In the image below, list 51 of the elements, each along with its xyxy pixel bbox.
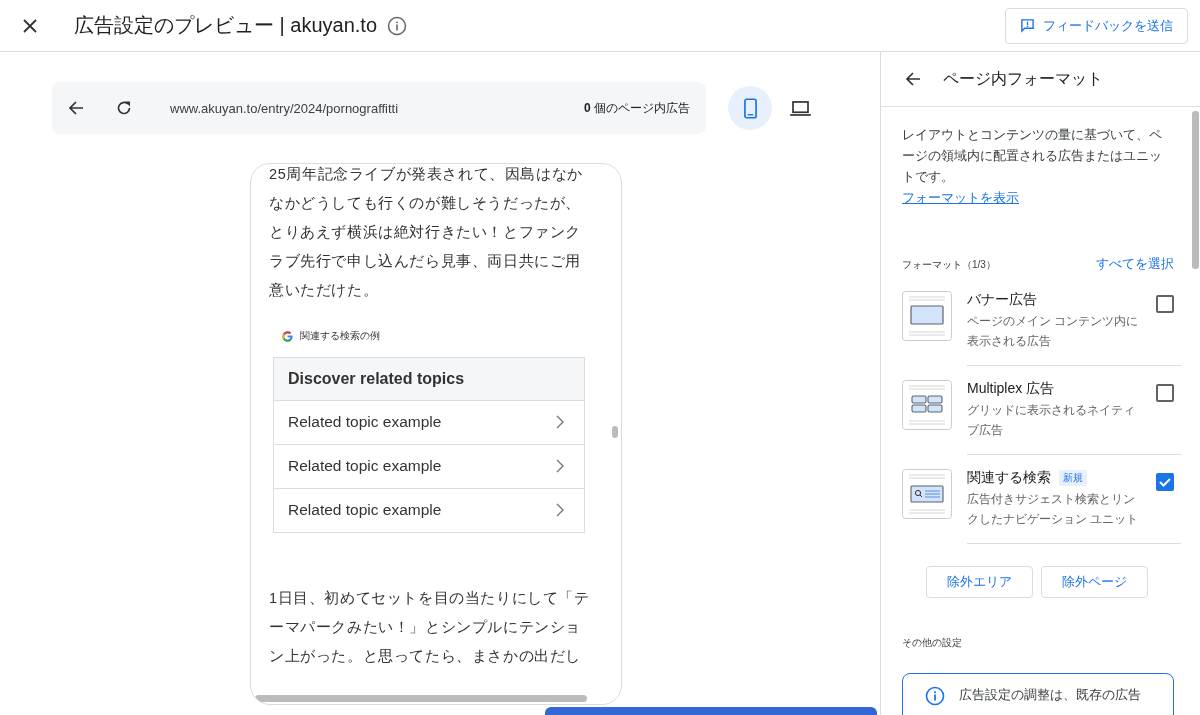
format-description: グリッドに表示されるネイティブ広告 (967, 402, 1136, 439)
feedback-icon (1020, 18, 1035, 33)
format-checkbox[interactable] (1156, 473, 1174, 491)
format-thumbnail-icon (902, 291, 952, 341)
panel-title: ページ内フォーマット (943, 68, 1103, 89)
related-search-label: 関連する検索の例 (300, 329, 380, 343)
format-thumbnail-icon (902, 380, 952, 430)
ad-count: 0 個のページ内広告 (583, 99, 690, 117)
back-icon[interactable] (905, 71, 921, 87)
related-topic-item[interactable]: Related topic example (274, 401, 584, 444)
format-checkbox[interactable] (1156, 295, 1174, 313)
scrollbar-thumb[interactable] (255, 695, 587, 702)
article-paragraph: 1日目、初めてセットを目の当たりにして「テーマパークみたい！」とシンプルにテンション上がった。と思ってたら、まさかの出だし (269, 589, 591, 666)
laptop-icon (789, 100, 811, 116)
panel-description: レイアウトとコンテンツの量に基づいて、ページの領域内に配置される広告またはユニットです。 (902, 127, 1163, 186)
article-paragraph: 25周年記念ライブが発表されて、因島はなかなかどうしても行くのが難しそうだったが、とりあえず横浜は絶対行きたい！とファンクラブ先行で申し込んだら見事、両日共にご用意いただけた。 (269, 165, 584, 300)
format-name: 関連する検索 (967, 469, 1051, 487)
formats-label: フォーマット（1/3） (902, 257, 996, 272)
format-description: ページのメイン コンテンツ内に表示される広告 (967, 313, 1140, 350)
scrollbar-thumb[interactable] (612, 426, 618, 438)
feedback-button[interactable]: フィードバックを送信 (1005, 7, 1188, 44)
format-checkbox[interactable] (1156, 384, 1174, 402)
scrollbar-thumb[interactable] (1192, 111, 1199, 269)
related-topic-item[interactable]: Related topic example (274, 444, 584, 488)
related-topics-heading: Discover related topics (274, 358, 584, 401)
page-title: 広告設定のプレビュー | akuyan.to (74, 13, 378, 38)
phone-view-button[interactable] (728, 86, 772, 130)
check-icon (1158, 475, 1172, 489)
show-formats-link[interactable]: フォーマットを表示 (902, 190, 1019, 207)
phone-icon (743, 97, 757, 119)
chevron-icon (556, 503, 564, 517)
exclusion-button[interactable]: 除外エリア (926, 566, 1033, 598)
chevron-icon (556, 459, 564, 473)
reload-icon[interactable] (116, 100, 132, 116)
close-icon[interactable] (22, 17, 38, 34)
format-name: バナー広告 (967, 291, 1037, 309)
other-settings-label: その他の設定 (902, 636, 963, 650)
format-description: 広告付きサジェスト検索とリンクしたナビゲーション ユニット (967, 491, 1140, 528)
back-icon[interactable] (68, 100, 84, 116)
info-icon (925, 686, 945, 706)
info-icon[interactable] (387, 15, 408, 36)
url-text: www.akuyan.to/entry/2024/pornograffitti (170, 100, 400, 116)
new-badge: 新規 (1059, 470, 1087, 486)
google-icon (281, 329, 294, 343)
chevron-icon (556, 415, 564, 429)
info-text: 広告設定の調整は、既存の広告 (959, 686, 1141, 704)
format-thumbnail-icon (902, 469, 952, 519)
select-all-link[interactable]: すべてを選択 (1096, 256, 1174, 273)
exclusion-button[interactable]: 除外ページ (1041, 566, 1148, 598)
related-topic-item[interactable]: Related topic example (274, 488, 584, 532)
format-name: Multiplex 広告 (967, 380, 1055, 398)
